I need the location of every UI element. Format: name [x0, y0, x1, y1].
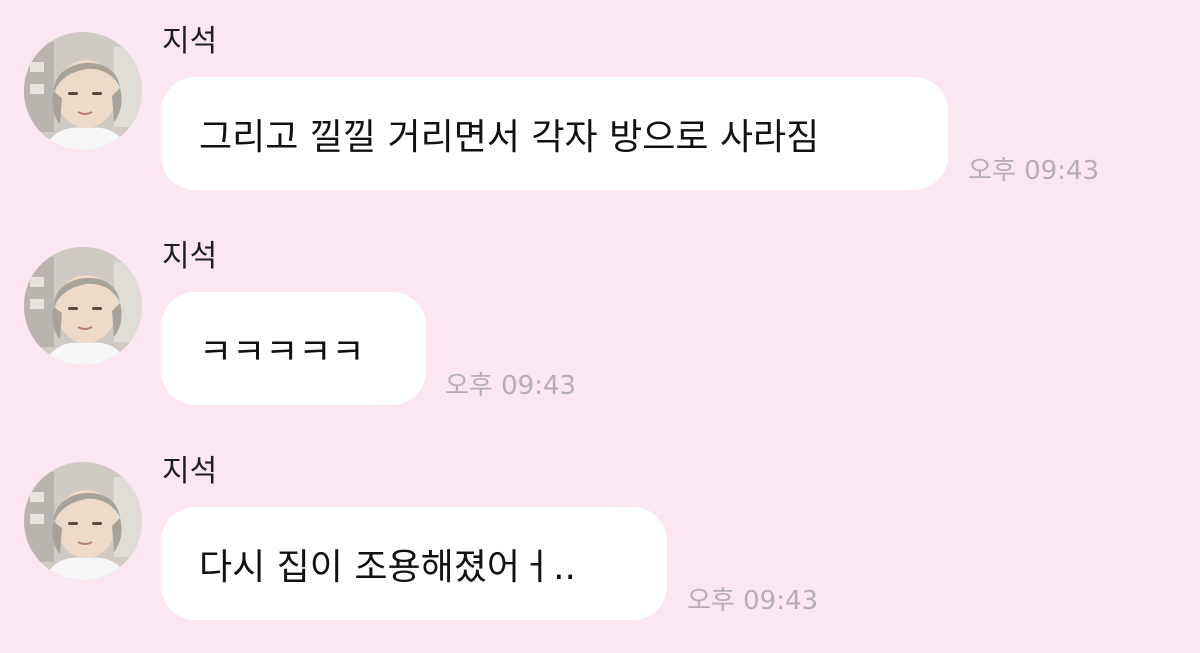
profile-photo: [24, 462, 142, 580]
message-bubble[interactable]: 다시 집이 조용해졌어ㅓ..: [161, 507, 667, 620]
sender-name: 지석: [162, 239, 218, 274]
avatar[interactable]: [24, 32, 142, 150]
message-bubble[interactable]: 그리고 낄낄 거리면서 각자 방으로 사라짐: [161, 77, 948, 190]
avatar[interactable]: [24, 247, 142, 365]
avatar[interactable]: [24, 462, 142, 580]
sender-name: 지석: [162, 24, 218, 59]
message-text: 그리고 낄낄 거리면서 각자 방으로 사라짐: [199, 116, 820, 158]
profile-photo: [24, 32, 142, 150]
profile-photo: [24, 247, 142, 365]
sender-name: 지석: [162, 454, 218, 489]
chat-message: 지석 ㅋㅋㅋㅋㅋ 오후 09:43: [0, 237, 1200, 427]
message-text: ㅋㅋㅋㅋㅋ: [199, 331, 365, 373]
timestamp: 오후 09:43: [687, 586, 819, 616]
timestamp: 오후 09:43: [968, 156, 1100, 186]
message-bubble[interactable]: ㅋㅋㅋㅋㅋ: [161, 292, 426, 405]
message-text: 다시 집이 조용해졌어ㅓ..: [199, 546, 576, 588]
chat-message: 지석 다시 집이 조용해졌어ㅓ.. 오후 09:43: [0, 452, 1200, 642]
chat-message: 지석 그리고 낄낄 거리면서 각자 방으로 사라짐 오후 09:43: [0, 22, 1200, 212]
timestamp: 오후 09:43: [445, 371, 577, 401]
